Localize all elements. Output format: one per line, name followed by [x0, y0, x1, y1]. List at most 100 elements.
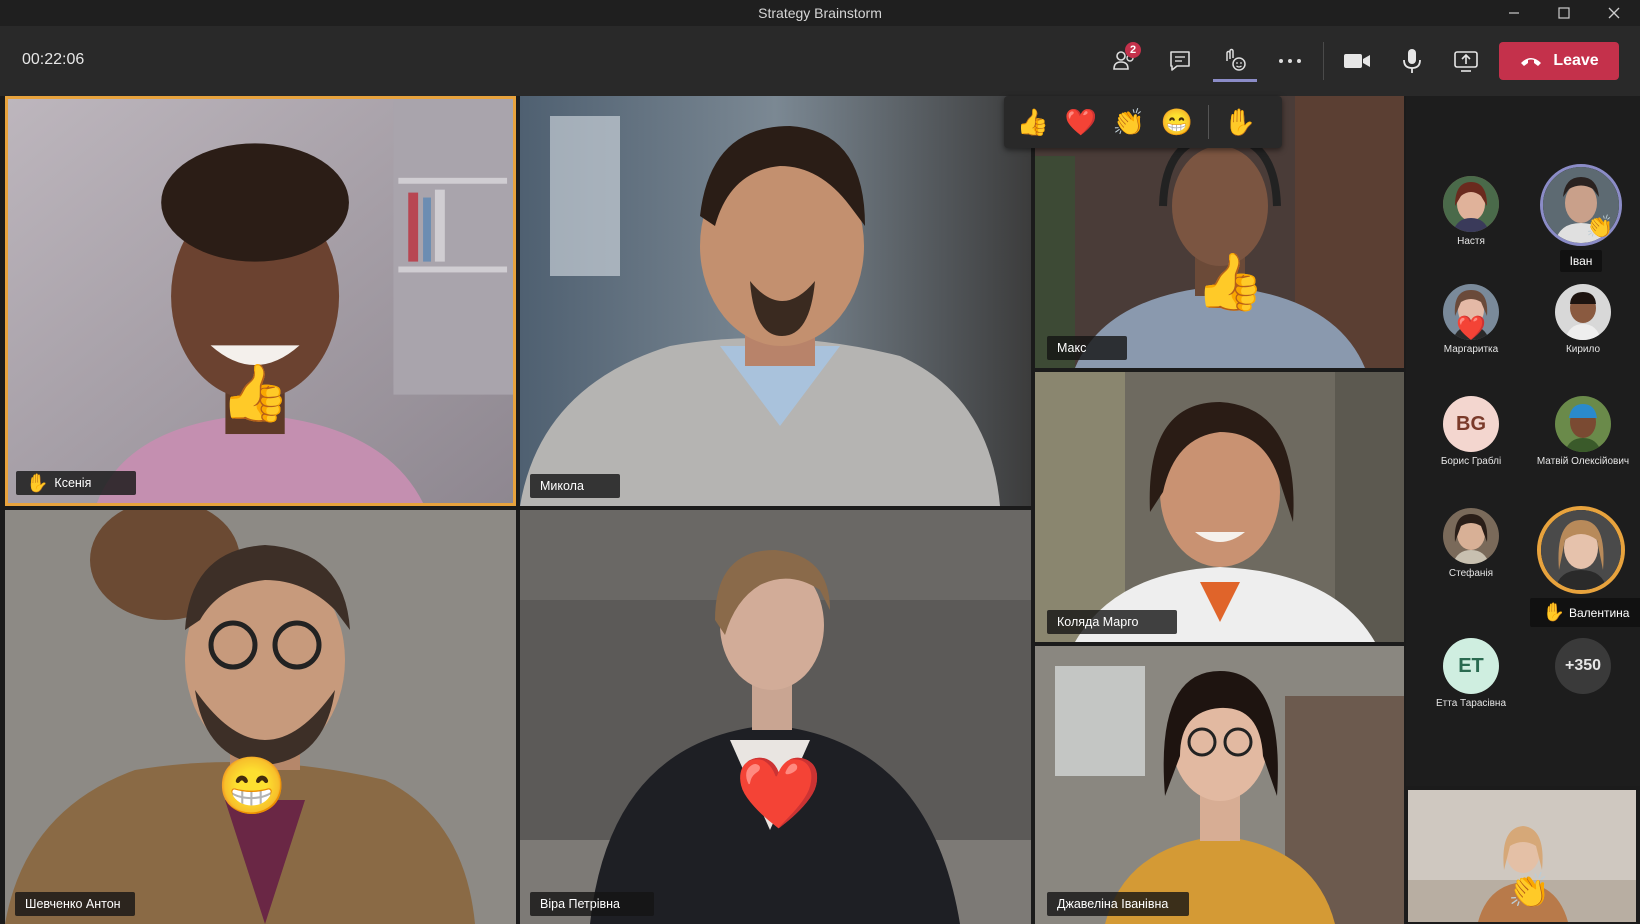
- minimize-icon: [1509, 12, 1519, 14]
- reaction-laughing-face: 😁: [217, 754, 287, 817]
- participant-name: Шевченко Антон: [25, 897, 121, 911]
- participant-name: Ксенія: [54, 476, 92, 490]
- microphone-icon: [1403, 49, 1421, 73]
- roster-item-nastia[interactable]: Настя: [1416, 176, 1526, 247]
- avatar-raised-hand: [1537, 506, 1625, 594]
- self-view[interactable]: 👏: [1408, 790, 1636, 922]
- more-actions-button[interactable]: [1268, 40, 1312, 82]
- window-title: Strategy Brainstorm: [758, 5, 882, 21]
- maximize-icon: [1558, 7, 1570, 19]
- roster-item-kyrylo[interactable]: Кирило: [1528, 284, 1638, 355]
- video-tile-shevchenko-anton[interactable]: 😁 Шевченко Антон: [5, 510, 516, 924]
- participant-name: Віра Петрівна: [540, 897, 620, 911]
- roster-item-ivan[interactable]: 👏 Іван: [1526, 164, 1636, 272]
- roster-nametag: ✋ Валентина: [1530, 598, 1640, 627]
- participant-nametag: Віра Петрівна: [530, 892, 654, 916]
- roster-item-marharytka[interactable]: ❤️ Маргаритка: [1416, 284, 1526, 355]
- close-icon: [1608, 7, 1620, 19]
- reactions-button[interactable]: [1213, 40, 1257, 82]
- participant-video: [8, 99, 513, 503]
- participant-nametag: Макс: [1047, 336, 1127, 360]
- roster-name: Етта Тарасівна: [1435, 698, 1507, 709]
- roster-name: Валентина: [1568, 605, 1630, 620]
- close-window-button[interactable]: [1590, 0, 1638, 26]
- avatar-initials: ET: [1443, 638, 1499, 694]
- participant-video: [1035, 372, 1404, 642]
- video-tile-koliada-marho[interactable]: Коляда Марго: [1035, 372, 1404, 642]
- roster-item-valentyna[interactable]: ✋ Валентина: [1526, 506, 1640, 627]
- avatar-initials: BG: [1443, 396, 1499, 452]
- participant-name: Джавеліна Іванівна: [1057, 897, 1169, 911]
- microphone-button[interactable]: [1390, 40, 1434, 82]
- avatar: [1443, 176, 1499, 232]
- video-tile-dzhavelina-ivanivna[interactable]: Джавеліна Іванівна: [1035, 646, 1404, 924]
- video-tile-kseniia[interactable]: 👍 ✋ Ксенія: [5, 96, 516, 506]
- share-screen-button[interactable]: [1444, 40, 1488, 82]
- participant-video: [520, 96, 1031, 506]
- reaction-applause-button[interactable]: 👏: [1112, 107, 1146, 138]
- video-tile-mykola[interactable]: Микола: [520, 96, 1031, 506]
- raise-hand-button[interactable]: ✋: [1223, 107, 1257, 138]
- raised-hand-icon: ✋: [1542, 602, 1565, 622]
- participants-badge: 2: [1125, 42, 1141, 58]
- camera-icon: [1344, 54, 1370, 68]
- video-tile-vira-petrivna[interactable]: ❤️ Віра Петрівна: [520, 510, 1031, 924]
- roster-name: Борис Граблі: [1440, 456, 1502, 467]
- reactions-divider: [1208, 105, 1209, 139]
- roster-name: Кирило: [1565, 344, 1601, 355]
- roster-name: Маргаритка: [1443, 344, 1499, 355]
- participant-name: Микола: [540, 479, 584, 493]
- avatar: [1555, 396, 1611, 452]
- reactions-bar: 👍 ❤️ 👏 😁 ✋: [1004, 96, 1282, 148]
- participant-nametag: Шевченко Антон: [15, 892, 135, 916]
- meeting-toolbar: 00:22:06 2 Leave: [0, 26, 1640, 96]
- participant-video: [520, 510, 1031, 924]
- participant-nametag: Микола: [530, 474, 620, 498]
- participant-video: [1035, 646, 1404, 924]
- participant-nametag: Джавеліна Іванівна: [1047, 892, 1189, 916]
- reaction-thumbs-up: 👍: [220, 361, 290, 424]
- reaction-thumbs-up: 👍: [1195, 250, 1265, 313]
- reaction-heart: ❤️: [735, 754, 823, 832]
- participant-name: Макс: [1057, 341, 1087, 355]
- participant-name: Коляда Марго: [1057, 615, 1139, 629]
- overflow-count: +350: [1555, 638, 1611, 694]
- minimize-button[interactable]: [1490, 0, 1538, 26]
- roster-item-matvii-oleksiiovych[interactable]: Матвій Олексійович: [1528, 396, 1638, 467]
- raised-hand-icon: ✋: [26, 472, 49, 493]
- camera-button[interactable]: [1335, 40, 1379, 82]
- hang-up-icon: [1521, 58, 1542, 66]
- meeting-timer: 00:22:06: [22, 51, 85, 68]
- participant-roster: Настя 👏 Іван ❤️ Маргаритка Кирило BG Бор…: [1406, 96, 1640, 786]
- maximize-button[interactable]: [1540, 0, 1588, 26]
- leave-label: Leave: [1553, 52, 1599, 69]
- roster-item-stefaniia[interactable]: Стефанія: [1416, 508, 1526, 579]
- reaction-like-button[interactable]: 👍: [1016, 107, 1050, 138]
- chat-icon: [1170, 51, 1190, 71]
- reaction-heart-button[interactable]: ❤️: [1064, 107, 1098, 138]
- participants-button[interactable]: 2: [1103, 40, 1147, 82]
- chat-button[interactable]: [1158, 40, 1202, 82]
- roster-item-etta-tarasivna[interactable]: ET Етта Тарасівна: [1416, 638, 1526, 709]
- reaction-laugh-button[interactable]: 😁: [1160, 107, 1194, 138]
- participant-nametag: Коляда Марго: [1047, 610, 1177, 634]
- roster-item-borys-grabli[interactable]: BG Борис Граблі: [1416, 396, 1526, 467]
- leave-button[interactable]: Leave: [1499, 42, 1619, 80]
- title-bar: Strategy Brainstorm: [0, 0, 1640, 26]
- avatar: [1555, 284, 1611, 340]
- reaction-heart: ❤️: [1456, 315, 1486, 342]
- toolbar-divider: [1323, 42, 1324, 80]
- reaction-applause: 👏: [1508, 872, 1551, 910]
- roster-overflow-button[interactable]: +350: [1528, 638, 1638, 694]
- roster-name: Настя: [1457, 236, 1485, 247]
- roster-name: Матвій Олексійович: [1536, 456, 1630, 467]
- reactions-icon: [1226, 48, 1246, 71]
- roster-name: Іван: [1559, 250, 1603, 272]
- share-screen-icon: [1454, 51, 1478, 72]
- roster-name: Стефанія: [1448, 568, 1494, 579]
- avatar: [1443, 508, 1499, 564]
- participant-video: [5, 510, 516, 924]
- reaction-applause: 👏: [1586, 214, 1614, 239]
- participant-nametag: ✋ Ксенія: [16, 471, 136, 495]
- more-icon: [1279, 59, 1301, 63]
